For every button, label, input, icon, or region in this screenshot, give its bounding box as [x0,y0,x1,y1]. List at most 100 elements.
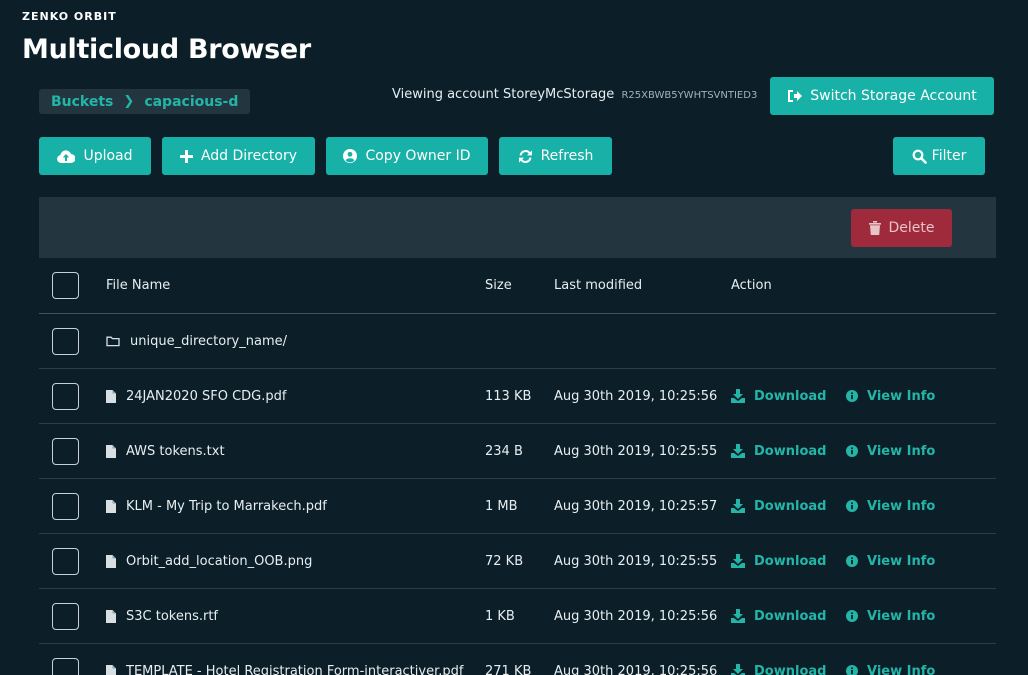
file-name: KLM - My Trip to Marrakech.pdf [126,498,327,514]
file-row: S3C tokens.rtf 1 KB Aug 30th 2019, 10:25… [39,589,996,644]
file-name: S3C tokens.rtf [126,608,219,624]
view-info-label: View Info [867,443,936,459]
view-info-label: View Info [867,498,936,514]
file-icon [106,664,116,675]
download-label: Download [754,663,827,675]
download-icon [731,609,745,623]
file-icon [106,444,116,458]
breadcrumb: Buckets ❯ capacious-d [39,89,251,114]
download-link[interactable]: Download [731,444,826,459]
refresh-label: Refresh [540,148,594,164]
column-header-action: Action [731,278,772,293]
add-directory-button[interactable]: Add Directory [162,137,315,175]
download-link[interactable]: Download [731,554,826,569]
user-circle-icon [343,149,358,163]
column-header-file-name[interactable]: File Name [106,258,170,313]
copy-owner-id-button[interactable]: Copy Owner ID [326,137,488,175]
account-id: R25XBWB5YWHTSVNTIED3 [621,90,758,101]
copy-owner-id-label: Copy Owner ID [365,148,471,164]
view-info-label: View Info [867,663,936,675]
breadcrumb-current-bucket[interactable]: capacious-d [144,94,238,110]
file-size: 271 KB [485,663,532,675]
download-icon [731,554,745,568]
download-link[interactable]: Download [731,389,826,404]
file-row: KLM - My Trip to Marrakech.pdf 1 MB Aug … [39,479,996,534]
download-icon [731,499,745,513]
file-name: TEMPLATE - Hotel Registration Form-inter… [126,663,464,675]
directory-name-link[interactable]: unique_directory_name/ [130,334,287,349]
download-label: Download [754,553,827,569]
switch-storage-account-label: Switch Storage Account [810,88,977,104]
download-link[interactable]: Download [731,499,826,514]
trash-icon [868,221,881,235]
add-directory-label: Add Directory [200,148,298,164]
file-last-modified: Aug 30th 2019, 10:25:56 [554,388,718,404]
view-info-label: View Info [867,608,936,624]
view-info-link[interactable]: View Info [846,389,935,404]
download-icon [731,389,745,403]
switch-storage-account-button[interactable]: Switch Storage Account [770,77,994,115]
file-name: AWS tokens.txt [126,443,225,459]
view-info-label: View Info [867,388,936,404]
row-checkbox[interactable] [52,437,79,465]
view-info-link[interactable]: View Info [846,664,935,675]
info-circle-icon [846,500,858,512]
info-circle-icon [846,665,858,675]
viewing-account-text: Viewing account StoreyMcStorage R25XBWB5… [392,87,757,102]
file-row: AWS tokens.txt 234 B Aug 30th 2019, 10:2… [39,424,996,479]
cloud-upload-icon [57,149,76,163]
file-icon [106,389,116,403]
file-size: 234 B [485,443,523,459]
folder-icon [106,336,120,347]
select-all-checkbox[interactable] [52,272,79,299]
column-header-last-modified[interactable]: Last modified [554,258,642,313]
filter-label: Filter [931,148,967,164]
view-info-link[interactable]: View Info [846,609,935,624]
download-label: Download [754,608,827,624]
row-checkbox[interactable] [52,492,79,520]
download-label: Download [754,498,827,514]
file-size: 1 KB [485,608,515,624]
page-title: Multicloud Browser [22,34,311,65]
file-icon [106,554,116,568]
viewing-account-label: Viewing account StoreyMcStorage [392,87,615,102]
info-circle-icon [846,555,858,567]
download-icon [731,444,745,458]
upload-button[interactable]: Upload [39,137,151,175]
view-info-link[interactable]: View Info [846,554,935,569]
column-header-size[interactable]: Size [485,258,512,313]
file-size: 72 KB [485,553,524,569]
file-size: 113 KB [485,388,532,404]
download-link[interactable]: Download [731,609,826,624]
file-name: 24JAN2020 SFO CDG.pdf [126,388,287,404]
refresh-button[interactable]: Refresh [499,137,612,175]
view-info-link[interactable]: View Info [846,499,935,514]
view-info-link[interactable]: View Info [846,444,935,459]
file-last-modified: Aug 30th 2019, 10:25:57 [554,498,718,514]
file-row: TEMPLATE - Hotel Registration Form-inter… [39,644,996,675]
search-icon [912,149,927,164]
file-icon [106,609,116,623]
file-name: Orbit_add_location_OOB.png [126,553,313,569]
refresh-icon [518,149,532,163]
download-label: Download [754,443,827,459]
row-checkbox[interactable] [52,602,79,630]
file-last-modified: Aug 30th 2019, 10:25:56 [554,608,718,624]
row-checkbox[interactable] [52,382,79,410]
sign-out-icon [788,90,803,102]
row-checkbox[interactable] [52,327,79,355]
download-label: Download [754,388,827,404]
filter-button[interactable]: Filter [893,137,985,175]
breadcrumb-buckets-link[interactable]: Buckets [51,94,113,110]
row-checkbox[interactable] [52,547,79,575]
plus-icon [179,149,193,163]
directory-row[interactable]: unique_directory_name/ [39,314,996,369]
chevron-right-icon: ❯ [123,94,135,109]
file-size: 1 MB [485,498,518,514]
row-checkbox[interactable] [52,657,79,675]
download-link[interactable]: Download [731,664,826,675]
file-row: 24JAN2020 SFO CDG.pdf 113 KB Aug 30th 20… [39,369,996,424]
delete-button[interactable]: Delete [851,209,952,247]
brand-label: ZENKO ORBIT [22,10,117,23]
table-header: File Name Size Last modified Action [39,258,996,314]
